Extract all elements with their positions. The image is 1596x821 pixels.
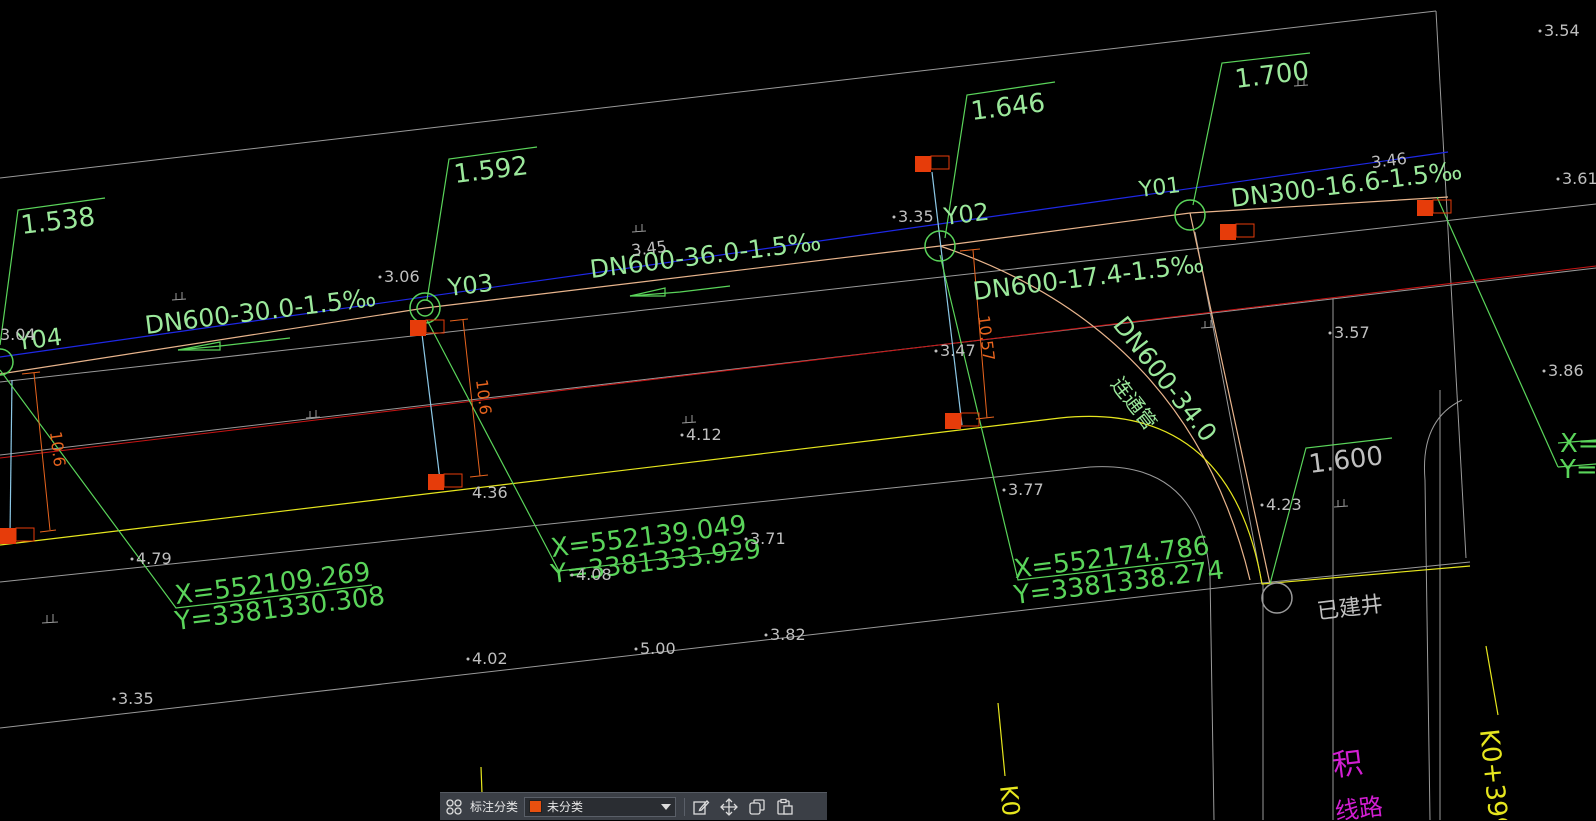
paste-button[interactable] [771, 793, 799, 821]
edit-icon [693, 799, 710, 815]
dimension-3: 10.57 [974, 314, 998, 362]
spot-height: 3.71 [750, 529, 786, 548]
paste-icon [777, 798, 793, 815]
spot-height: 4.12 [686, 425, 722, 444]
copy-button[interactable] [743, 793, 771, 821]
spot-height: 3.35 [898, 207, 934, 226]
annotation-toolbar: 标注分类 未分类 [440, 792, 827, 820]
road-centerline [0, 265, 1596, 459]
spot-height: 3.54 [1544, 21, 1580, 40]
spot-height: 3.61 [1562, 169, 1596, 188]
spot-height: 3.06 [384, 267, 420, 286]
spot-height: 4.02 [472, 649, 508, 668]
spot-height: 4.79 [136, 549, 172, 568]
spot-height: 3.82 [770, 625, 806, 644]
spot-height: 3.86 [1548, 361, 1584, 380]
spot-height: 4.08 [576, 565, 612, 584]
elevation-y01: 1.700 [1233, 56, 1311, 95]
chainage-label: K0+399 [1473, 728, 1514, 820]
annotation-category-label: 标注分类 [470, 800, 519, 814]
dimension-1: 10.6 [46, 430, 69, 468]
grid-menu-button[interactable] [440, 793, 468, 821]
chainage-line-right [1485, 645, 1499, 716]
spot-height: 5.00 [640, 639, 676, 658]
annotation-category-select[interactable]: 未分类 [524, 796, 677, 817]
pipe-label-3: DN600-17.4-1.5‰ [971, 249, 1205, 306]
elevation-y02: 1.646 [969, 88, 1047, 127]
grid-icon [446, 798, 462, 815]
spot-height: 4.36 [472, 483, 508, 502]
toolbar-divider [684, 797, 686, 816]
dimension-2: 10.6 [472, 378, 495, 416]
chainage-k0-label: K0 [994, 784, 1025, 818]
spot-height: 3.04 [0, 325, 36, 344]
category-color-swatch [529, 800, 543, 813]
dimension-lines [21, 248, 995, 533]
move-button[interactable] [715, 793, 743, 821]
spot-height: 3.35 [118, 689, 154, 708]
road-boundary-lines [0, 10, 1596, 820]
chevron-down-icon [661, 803, 672, 810]
move-icon [720, 797, 738, 816]
copy-icon [749, 798, 765, 815]
magenta-label-2: 线路 [1333, 792, 1384, 820]
well-label-y03: Y03 [445, 269, 494, 302]
cad-drawing-canvas[interactable]: 1.538 1.592 1.646 1.700 1.600 Y04 Y03 Y0… [0, 0, 1596, 820]
magenta-label-1: 积 [1331, 746, 1365, 784]
well-label-y01: Y01 [1137, 173, 1182, 203]
spot-height: 3.47 [940, 341, 976, 360]
spot-height: 3.77 [1008, 480, 1044, 499]
edit-button[interactable] [687, 793, 715, 821]
manhole-y04[interactable] [0, 348, 14, 376]
chainage-line-mid [997, 702, 1006, 777]
spot-height: 3.57 [1334, 323, 1370, 342]
category-select-value: 未分类 [547, 800, 584, 814]
well-label-y02: Y02 [941, 198, 990, 231]
pipe-label-1: DN600-30.0-1.5‰ [143, 283, 377, 340]
existing-well-label: 已建井 [1316, 592, 1385, 625]
pipe-label-2: DN600-36.0-1.5‰ [588, 227, 822, 284]
cyan-leaders [9, 171, 963, 536]
existing-manhole[interactable] [1261, 582, 1293, 614]
coord-4-y: Y= [1559, 455, 1596, 485]
spot-height: 4.23 [1266, 495, 1302, 514]
